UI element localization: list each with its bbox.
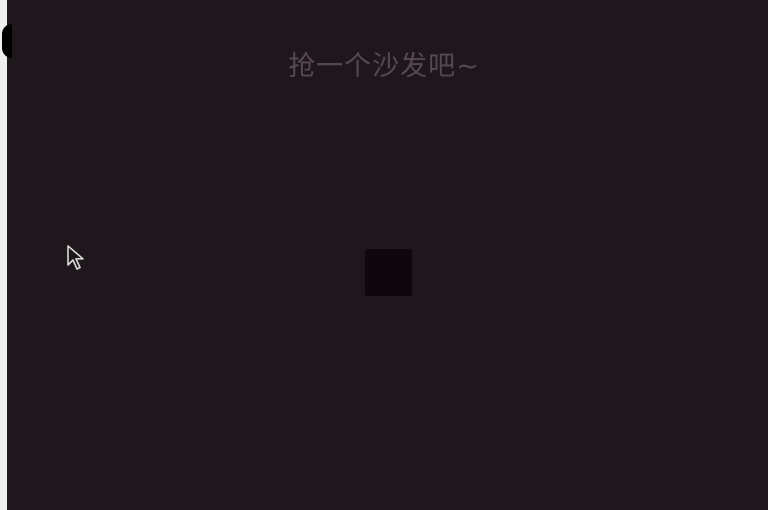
loading-square-icon [365, 249, 412, 296]
comment-panel: 抢一个沙发吧~ [0, 0, 768, 510]
empty-comments-message: 抢一个沙发吧~ [288, 51, 480, 82]
mouse-pointer-icon [67, 245, 84, 270]
